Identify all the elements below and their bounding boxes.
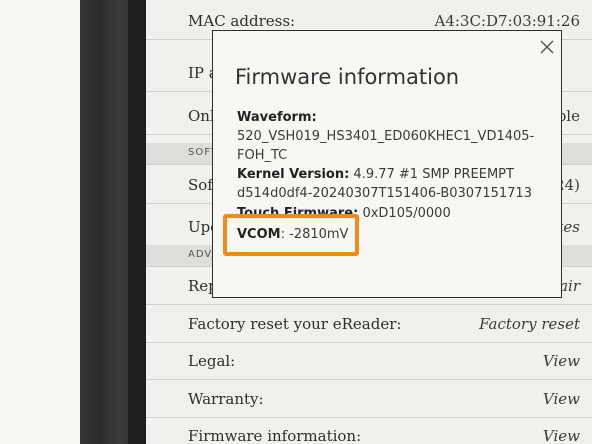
vcom-value: : -2810mV — [280, 227, 349, 242]
kernel-line: Kernel Version: 4.9.77 #1 SMP PREEMPT — [237, 167, 514, 182]
factory-reset-link[interactable]: Factory reset — [479, 315, 580, 333]
repair-link[interactable]: air — [559, 277, 580, 295]
row-label: Factory reset your eReader: — [188, 315, 402, 333]
firmware-view-link[interactable]: View — [543, 427, 580, 444]
bezel-edge — [128, 0, 146, 444]
waveform-label: Waveform: — [237, 110, 317, 125]
kernel-value-2: d514d0df4-20240307T151406-B0307151713 — [237, 186, 532, 201]
settings-row-warranty[interactable]: Warranty: View — [146, 381, 592, 418]
waveform-label-line: Waveform: — [237, 110, 317, 125]
settings-row-factory-reset[interactable]: Factory reset your eReader: Factory rese… — [146, 306, 592, 343]
kernel-value: 4.9.77 #1 SMP PREEMPT — [349, 167, 514, 182]
row-label: MAC address: — [188, 12, 296, 30]
row-label: Onl — [188, 107, 215, 125]
settings-row-legal[interactable]: Legal: View — [146, 343, 592, 380]
row-label: Warranty: — [188, 390, 264, 408]
row-value: A4:3C:D7:03:91:26 — [434, 12, 581, 30]
close-icon[interactable] — [537, 37, 557, 57]
settings-row-firmware[interactable]: Firmware information: View — [146, 418, 592, 444]
dialog-title: Firmware information — [235, 65, 460, 89]
kernel-label: Kernel Version: — [237, 167, 350, 182]
firmware-info-dialog: Firmware information Waveform: 520_VSH01… — [212, 30, 562, 298]
waveform-value-1: 520_VSH019_HS3401_ED060KHEC1_VD1405- — [237, 129, 535, 144]
legal-view-link[interactable]: View — [543, 352, 580, 370]
vcom-label: VCOM — [237, 227, 281, 242]
row-label: Firmware information: — [188, 427, 362, 444]
row-label: Legal: — [188, 352, 236, 370]
vcom-highlight-box: VCOM: -2810mV — [223, 214, 359, 256]
warranty-view-link[interactable]: View — [543, 390, 580, 408]
waveform-value-2: FOH_TC — [237, 148, 288, 163]
touch-value: 0xD105/0000 — [358, 206, 451, 221]
background-margin — [0, 0, 80, 444]
vcom-line: VCOM: -2810mV — [237, 227, 348, 242]
